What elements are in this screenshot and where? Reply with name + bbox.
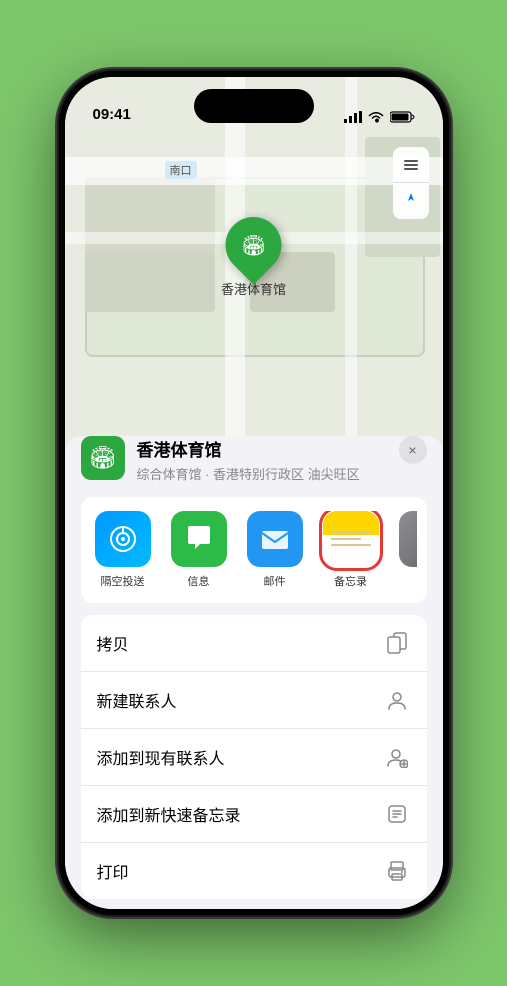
status-icons [344, 111, 415, 123]
location-pin: 🏟 香港体育馆 [221, 217, 286, 298]
wifi-icon [368, 111, 384, 123]
map-block [85, 252, 215, 312]
phone-frame: 09:41 [59, 71, 449, 915]
new-contact-icon [383, 686, 411, 714]
location-icon: 🏟 [81, 436, 125, 480]
share-item-airdrop[interactable]: 隔空投送 [91, 511, 155, 589]
close-button[interactable]: × [399, 436, 427, 464]
share-label-mail: 邮件 [264, 573, 286, 589]
map-label-nankou: 南口 [165, 161, 197, 179]
share-item-messages[interactable]: 信息 [167, 511, 231, 589]
map-road [65, 157, 443, 185]
map-road [345, 77, 357, 497]
phone-screen: 09:41 [65, 77, 443, 909]
messages-icon [171, 511, 227, 567]
action-item-add-existing[interactable]: 添加到现有联系人 [81, 729, 427, 786]
location-subtitle: 综合体育馆 · 香港特别行政区 油尖旺区 [137, 464, 427, 483]
more-icon [399, 511, 417, 567]
dynamic-island [194, 89, 314, 123]
share-item-more[interactable]: 提 [395, 511, 417, 589]
map-controls [393, 147, 429, 219]
action-label-add-existing: 添加到现有联系人 [97, 745, 225, 769]
battery-icon [390, 111, 415, 123]
add-existing-icon [383, 743, 411, 771]
status-time: 09:41 [93, 106, 131, 123]
action-item-add-note[interactable]: 添加到新快速备忘录 [81, 786, 427, 843]
signal-icon [344, 111, 362, 123]
share-label-notes: 备忘录 [334, 573, 367, 589]
copy-icon [383, 629, 411, 657]
share-label-messages: 信息 [188, 573, 210, 589]
share-label-airdrop: 隔空投送 [101, 573, 145, 589]
share-icons: 隔空投送 信息 [91, 511, 417, 589]
map-layers-button[interactable] [393, 147, 429, 183]
mail-icon [247, 511, 303, 567]
notes-app-icon [323, 511, 379, 567]
bottom-sheet: 🏟 香港体育馆 综合体育馆 · 香港特别行政区 油尖旺区 × [65, 436, 443, 909]
location-info: 香港体育馆 综合体育馆 · 香港特别行政区 油尖旺区 [137, 436, 427, 483]
location-name: 香港体育馆 [137, 436, 427, 461]
pin-icon: 🏟 [241, 233, 266, 258]
action-label-print: 打印 [97, 859, 129, 883]
action-list: 拷贝 新建联系人 [81, 615, 427, 899]
map-location-button[interactable] [393, 183, 429, 219]
map-area: 南口 🏟 [65, 77, 443, 497]
action-item-print[interactable]: 打印 [81, 843, 427, 899]
share-item-notes[interactable]: 备忘录 [319, 511, 383, 589]
add-note-icon [383, 800, 411, 828]
share-row: 隔空投送 信息 [81, 497, 427, 603]
pin-circle: 🏟 [214, 205, 293, 284]
action-item-copy[interactable]: 拷贝 [81, 615, 427, 672]
airdrop-icon [95, 511, 151, 567]
action-label-add-note: 添加到新快速备忘录 [97, 802, 241, 826]
print-icon [383, 857, 411, 885]
share-item-mail[interactable]: 邮件 [243, 511, 307, 589]
location-header: 🏟 香港体育馆 综合体育馆 · 香港特别行政区 油尖旺区 × [65, 436, 443, 497]
map-block [85, 177, 215, 257]
action-label-copy: 拷贝 [97, 631, 129, 655]
action-label-new-contact: 新建联系人 [97, 688, 177, 712]
action-item-new-contact[interactable]: 新建联系人 [81, 672, 427, 729]
